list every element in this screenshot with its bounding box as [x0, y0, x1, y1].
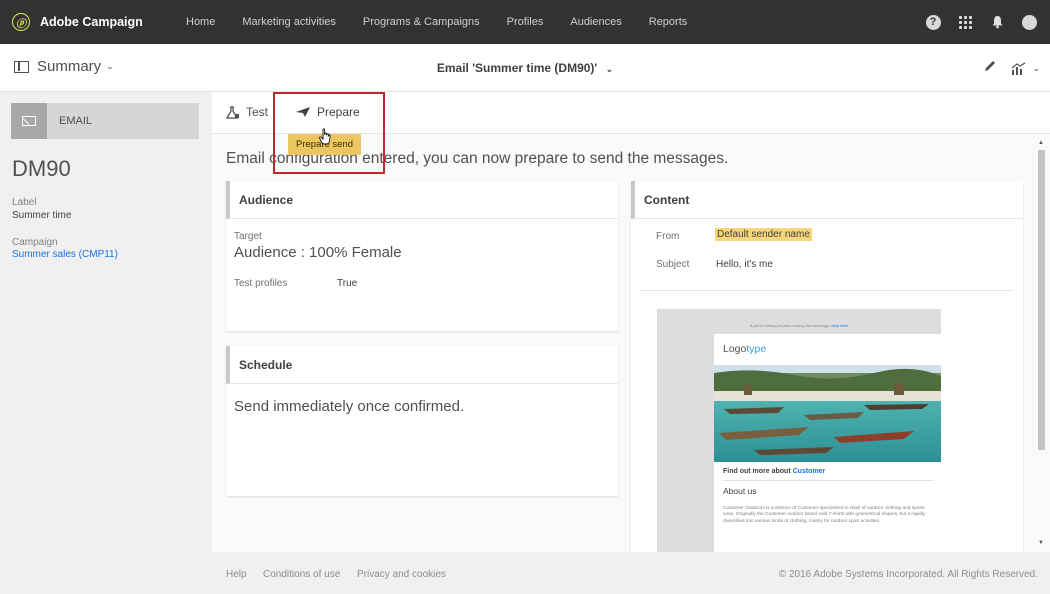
email-preview[interactable]: If you're having trouble reading this me… [657, 309, 941, 553]
test-profiles-caption: Test profiles [234, 278, 288, 289]
content-scrollbar[interactable]: ▲ ▼ [1035, 138, 1047, 548]
paper-plane-icon [296, 107, 310, 117]
footer-help-link[interactable]: Help [226, 569, 247, 580]
chevron-down-icon: ⌄ [1032, 63, 1040, 73]
preview-about-text: Customer Outdoors is a division of Custo… [723, 506, 926, 524]
schedule-card-title: Schedule [226, 346, 618, 384]
chevron-down-icon: ⌄ [605, 64, 614, 74]
nav-item-reports[interactable]: Reports [649, 16, 688, 28]
reports-chart-icon[interactable]: ⌄ [1011, 61, 1040, 76]
hand-cursor-icon [319, 128, 331, 145]
scroll-up-arrow-icon[interactable]: ▲ [1038, 140, 1044, 146]
help-glyph: ? [925, 14, 941, 30]
footer-privacy-link[interactable]: Privacy and cookies [357, 569, 446, 580]
subject-value: Hello, it's me [716, 259, 773, 270]
test-label: Test [246, 105, 269, 119]
main-nav: Home Marketing activities Programs & Cam… [186, 0, 714, 44]
footer-copyright: © 2016 Adobe Systems Incorporated. All R… [778, 569, 1038, 580]
test-profiles-value: True [337, 278, 358, 289]
scroll-down-arrow-icon[interactable]: ▼ [1038, 540, 1044, 546]
preview-top-link: click here [831, 323, 849, 328]
help-icon[interactable]: ? [924, 13, 942, 31]
nav-icons: ? [910, 0, 1038, 44]
action-toolbar: Test Prepare [212, 92, 1050, 134]
prepare-button[interactable]: Prepare [296, 105, 360, 119]
top-navigation-bar: ⓟ Adobe Campaign Home Marketing activiti… [0, 0, 1050, 44]
from-value: Default sender name [715, 228, 812, 241]
preview-find-link: Customer [792, 468, 826, 475]
label-value: Summer time [12, 210, 72, 221]
nav-item-home[interactable]: Home [186, 16, 215, 28]
sub-header: Summary ⌄ Email 'Summer time (DM90)' ⌄ ⌄ [0, 44, 1050, 92]
nav-item-programs-campaigns[interactable]: Programs & Campaigns [363, 16, 480, 28]
apps-grid-icon[interactable] [956, 13, 974, 31]
schedule-card: Schedule Send immediately once confirmed… [226, 346, 618, 496]
brand[interactable]: ⓟ Adobe Campaign [0, 0, 186, 44]
channel-type-label: EMAIL [59, 115, 93, 127]
beach-boats-image [714, 365, 941, 462]
campaign-link[interactable]: Summer sales (CMP11) [12, 249, 118, 260]
preview-divider [723, 480, 933, 481]
divider [640, 290, 1014, 291]
delivery-code: DM90 [12, 156, 71, 181]
scroll-thumb[interactable] [1038, 150, 1045, 450]
target-value: Audience : 100% Female [234, 244, 402, 261]
nav-item-marketing-activities[interactable]: Marketing activities [242, 16, 336, 28]
campaign-caption: Campaign [12, 237, 58, 248]
main-content: Test Prepare Email configuration entered… [212, 92, 1050, 594]
nav-item-audiences[interactable]: Audiences [570, 16, 621, 28]
preview-find-text: Find out more about [723, 468, 791, 475]
footer: Help Conditions of use Privacy and cooki… [212, 552, 1050, 594]
preview-top-text: If you're having trouble reading this me… [749, 323, 831, 328]
document-title: Email 'Summer time (DM90)' [436, 61, 598, 75]
audience-card: Audience Target Audience : 100% Female T… [226, 181, 618, 331]
preview-logo-b: type [746, 343, 767, 355]
notifications-bell-icon[interactable] [988, 13, 1006, 31]
preview-body: Logotype Find out more about Customer Ab… [714, 334, 941, 553]
target-caption: Target [234, 231, 262, 242]
adobe-campaign-logo-icon: ⓟ [12, 13, 30, 31]
preview-logo-a: Logo [723, 343, 747, 355]
test-flask-icon [226, 105, 239, 119]
preview-find-out: Find out more about Customer [723, 468, 825, 475]
footer-conditions-link[interactable]: Conditions of use [263, 569, 340, 580]
prepare-label: Prepare [317, 105, 360, 119]
label-caption: Label [12, 197, 37, 208]
audience-card-title: Audience [226, 181, 618, 219]
app-title: Adobe Campaign [40, 15, 143, 29]
email-envelope-icon [11, 103, 47, 139]
schedule-text: Send immediately once confirmed. [234, 398, 465, 415]
content-card-title: Content [631, 181, 1023, 219]
preview-about-title: About us [723, 486, 757, 496]
test-button[interactable]: Test [226, 105, 268, 119]
from-caption: From [656, 231, 680, 242]
header-tools: ⌄ [983, 59, 1040, 78]
preview-top-line: If you're having trouble reading this me… [657, 323, 941, 328]
channel-tile: EMAIL [11, 103, 199, 139]
preview-logo: Logotype [723, 343, 766, 355]
subject-caption: Subject [656, 259, 690, 270]
document-title-dropdown[interactable]: Email 'Summer time (DM90)' ⌄ [0, 61, 1050, 75]
nav-item-profiles[interactable]: Profiles [507, 16, 544, 28]
user-avatar-icon[interactable] [1020, 13, 1038, 31]
sidebar: EMAIL DM90 Label Summer time Campaign Su… [0, 92, 212, 594]
edit-pencil-icon[interactable] [983, 59, 997, 78]
from-value-text: Default sender name [715, 228, 812, 241]
